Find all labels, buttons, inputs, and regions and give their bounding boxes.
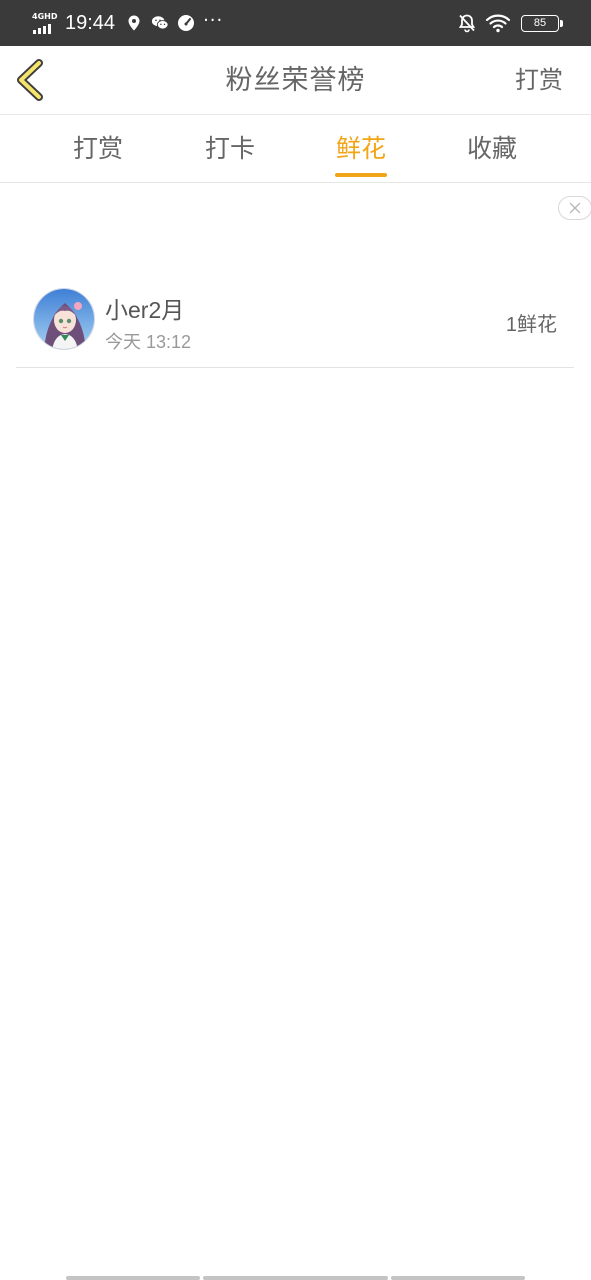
gesture-bar-right[interactable] [391, 1276, 525, 1280]
list-item[interactable]: 小er2月 今天 13:12 1鲜花 [16, 272, 574, 368]
back-button[interactable] [12, 58, 52, 102]
user-time: 今天 13:12 [105, 332, 192, 352]
bell-muted-icon [458, 14, 476, 33]
speed-icon [178, 15, 195, 31]
flower-count: 1鲜花 [505, 314, 557, 336]
wifi-icon [485, 14, 511, 33]
user-name: 小er2月 [105, 297, 185, 323]
signal-icon: 4GHD [32, 8, 60, 38]
tab-reward[interactable]: 打赏 [58, 116, 138, 183]
reward-button[interactable]: 打赏 [515, 46, 563, 115]
location-icon [128, 15, 140, 31]
tab-checkin[interactable]: 打卡 [190, 116, 270, 183]
nav-header: 粉丝荣誉榜 打赏 [0, 46, 591, 115]
gesture-bar-center[interactable] [203, 1276, 388, 1280]
more-notifications: ··· [203, 9, 224, 31]
battery-level: 85 [533, 17, 547, 29]
wechat-icon [151, 16, 169, 30]
tab-bar: 打赏 打卡 鲜花 收藏 [0, 116, 591, 183]
tab-favorites[interactable]: 收藏 [452, 116, 532, 183]
status-bar: 4GHD 19:44 ··· 85 [0, 0, 591, 46]
avatar[interactable] [33, 288, 95, 350]
close-button[interactable] [558, 196, 591, 220]
close-icon [569, 202, 581, 214]
gesture-bar-left[interactable] [66, 1276, 200, 1280]
status-time: 19:44 [65, 11, 116, 34]
status-bar-right: 85 [457, 0, 563, 46]
status-bar-left: 4GHD 19:44 ··· [32, 0, 223, 46]
battery-icon: 85 [521, 14, 563, 32]
chevron-left-icon [17, 59, 43, 101]
page-title: 粉丝荣誉榜 [225, 65, 366, 96]
network-type: 4GHD [32, 12, 58, 21]
page: 4GHD 19:44 ··· 85 粉丝荣誉榜 打赏 打赏 打卡 鲜花 收藏 小… [0, 0, 591, 1280]
tab-flowers[interactable]: 鲜花 [321, 116, 401, 183]
